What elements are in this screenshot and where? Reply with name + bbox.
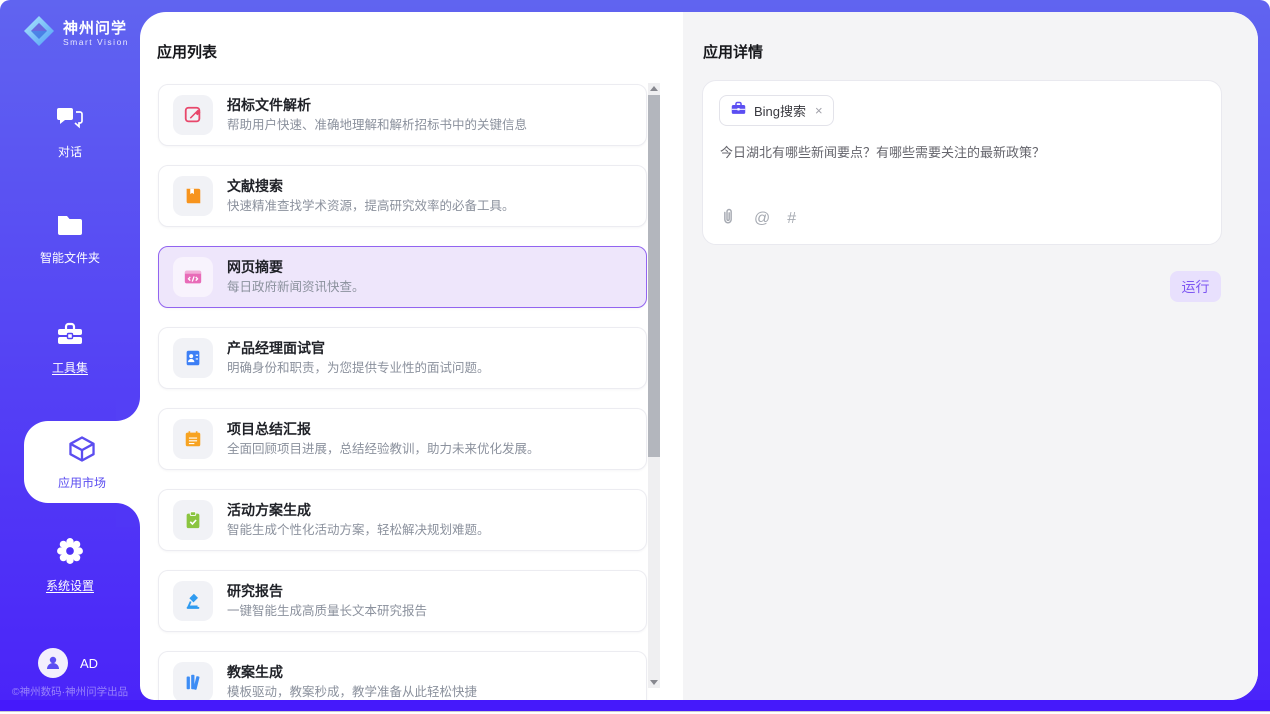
app-card-literature-search[interactable]: 文献搜索 快速精准查找学术资源，提高研究效率的必备工具。 — [158, 165, 647, 227]
literature-search-icon — [173, 176, 213, 216]
app-card-lesson-plan[interactable]: 教案生成 模板驱动，教案秒成，教学准备从此轻松快捷 — [158, 651, 647, 700]
run-button[interactable]: 运行 — [1170, 271, 1221, 302]
app-window: 神州问学 Smart Vision 对话 智能文件夹 — [0, 0, 1270, 714]
app-card-title: 研究报告 — [227, 583, 427, 600]
scrollbar-thumb[interactable] — [648, 95, 660, 457]
hash-icon[interactable]: # — [787, 210, 796, 228]
sidebar-item-label: 工具集 — [52, 359, 88, 376]
app-card-title: 招标文件解析 — [227, 97, 527, 114]
chat-icon — [56, 105, 84, 136]
prompt-composer-card: Bing搜索 × 今日湖北有哪些新闻要点？有哪些需要关注的最新政策？ @ # — [702, 80, 1222, 245]
app-card-title: 活动方案生成 — [227, 502, 490, 519]
at-mention-icon[interactable]: @ — [754, 210, 770, 228]
webpage-summary-icon — [173, 257, 213, 297]
app-card-description: 明确身份和职责，为您提供专业性的面试问题。 — [227, 361, 490, 376]
research-report-icon — [173, 581, 213, 621]
triangle-up-icon — [650, 86, 658, 91]
user-account[interactable]: AD — [38, 648, 98, 678]
sidebar: 神州问学 Smart Vision 对话 智能文件夹 — [0, 0, 140, 711]
tab-curve-top — [116, 397, 140, 421]
project-summary-icon — [173, 419, 213, 459]
scroll-up-button[interactable] — [648, 83, 660, 94]
app-card-project-summary[interactable]: 项目总结汇报 全面回顾项目进展，总结经验教训，助力未来优化发展。 — [158, 408, 647, 470]
bid-document-icon — [173, 95, 213, 135]
tool-tag-label: Bing搜索 — [754, 101, 806, 120]
sidebar-item-label: 对话 — [58, 143, 82, 160]
toolbox-icon — [56, 321, 84, 352]
paperclip-icon[interactable] — [719, 207, 737, 231]
query-input[interactable]: 今日湖北有哪些新闻要点？有哪些需要关注的最新政策？ — [720, 143, 1204, 163]
triangle-down-icon — [650, 680, 658, 685]
cube-icon — [67, 434, 97, 469]
composer-toolbar: @ # — [719, 207, 796, 231]
app-card-bid-parse[interactable]: 招标文件解析 帮助用户快速、准确地理解和解析招标书中的关键信息 — [158, 84, 647, 146]
app-detail-title: 应用详情 — [703, 41, 763, 62]
brand-subtitle: Smart Vision — [63, 37, 129, 47]
sidebar-item-app-market[interactable]: 应用市场 — [24, 421, 140, 503]
sidebar-footer: ©神州数码·神州问学出品 — [0, 684, 140, 699]
app-card-list: 招标文件解析 帮助用户快速、准确地理解和解析招标书中的关键信息 文献搜索 快速精… — [158, 84, 647, 700]
app-card-pm-interviewer[interactable]: 产品经理面试官 明确身份和职责，为您提供专业性的面试问题。 — [158, 327, 647, 389]
app-list-scrollbar[interactable] — [648, 83, 660, 688]
tool-tag-close-icon[interactable]: × — [815, 103, 823, 118]
app-card-description: 快速精准查找学术资源，提高研究效率的必备工具。 — [227, 199, 515, 214]
tool-tag-bing-search[interactable]: Bing搜索 × — [719, 95, 834, 126]
app-list-title: 应用列表 — [157, 41, 217, 62]
app-card-title: 教案生成 — [227, 664, 477, 681]
app-card-title: 文献搜索 — [227, 178, 515, 195]
brand-logo: 神州问学 Smart Vision — [22, 14, 129, 53]
sidebar-item-settings[interactable]: 系统设置 — [0, 537, 140, 594]
app-card-description: 一键智能生成高质量长文本研究报告 — [227, 604, 427, 619]
app-card-description: 帮助用户快速、准确地理解和解析招标书中的关键信息 — [227, 118, 527, 133]
activity-plan-icon — [173, 500, 213, 540]
app-card-title: 产品经理面试官 — [227, 340, 490, 357]
sidebar-item-chat[interactable]: 对话 — [0, 105, 140, 160]
scroll-down-button[interactable] — [648, 677, 660, 688]
sidebar-item-label: 系统设置 — [46, 577, 94, 594]
sidebar-item-label: 应用市场 — [58, 474, 106, 491]
app-card-title: 网页摘要 — [227, 259, 365, 276]
app-card-activity-plan[interactable]: 活动方案生成 智能生成个性化活动方案，轻松解决规划难题。 — [158, 489, 647, 551]
avatar — [38, 648, 68, 678]
lesson-plan-icon — [173, 662, 213, 700]
bottom-divider — [0, 711, 1270, 712]
brand-diamond-icon — [22, 14, 56, 53]
app-card-description: 全面回顾项目进展，总结经验教训，助力未来优化发展。 — [227, 442, 540, 457]
tab-curve-bottom — [116, 503, 140, 527]
brand-name: 神州问学 — [63, 20, 129, 37]
bottom-accent-bar — [0, 700, 1270, 711]
sidebar-item-smart-folders[interactable]: 智能文件夹 — [0, 213, 140, 266]
folder-icon — [56, 213, 84, 242]
app-card-description: 智能生成个性化活动方案，轻松解决规划难题。 — [227, 523, 490, 538]
sidebar-item-label: 智能文件夹 — [40, 249, 100, 266]
app-detail-panel: 应用详情 Bing搜索 × 今日湖北有哪些新闻要点？有哪些需要关注的最新政 — [683, 12, 1258, 700]
app-card-title: 项目总结汇报 — [227, 421, 540, 438]
content-panel: 应用列表 招标文件解析 帮助用户快速、准确地理解和解析招标书中的关键信息 — [140, 12, 1258, 700]
app-card-research-report[interactable]: 研究报告 一键智能生成高质量长文本研究报告 — [158, 570, 647, 632]
app-card-description: 模板驱动，教案秒成，教学准备从此轻松快捷 — [227, 685, 477, 700]
user-name: AD — [80, 656, 98, 671]
app-card-description: 每日政府新闻资讯快查。 — [227, 280, 365, 295]
sidebar-item-toolset[interactable]: 工具集 — [0, 321, 140, 376]
interviewer-icon — [173, 338, 213, 378]
app-card-webpage-summary[interactable]: 网页摘要 每日政府新闻资讯快查。 — [158, 246, 647, 308]
briefcase-icon — [730, 100, 747, 121]
gear-icon — [56, 537, 84, 570]
